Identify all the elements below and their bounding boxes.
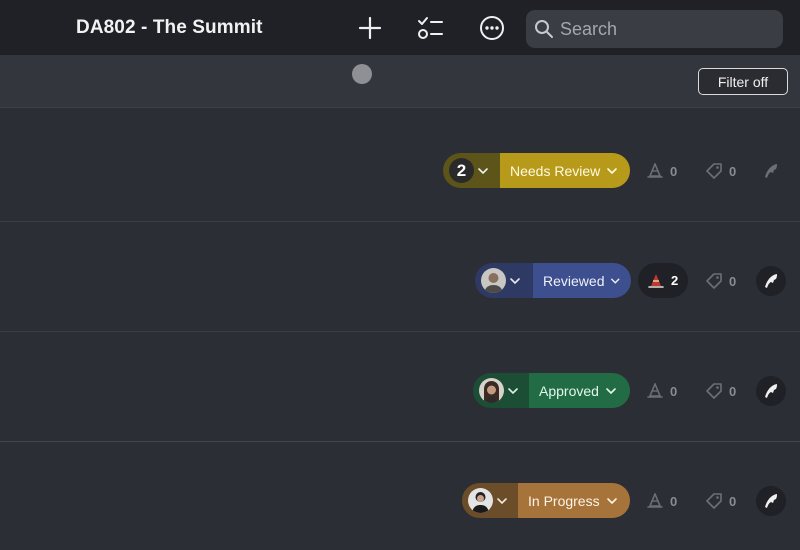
tags-metric[interactable]: 0 xyxy=(705,271,736,291)
list-row[interactable]: Reviewed 2 0 xyxy=(0,222,800,332)
status-dropdown[interactable]: In Progress xyxy=(518,483,630,518)
status-label: Approved xyxy=(539,382,599,399)
chevron-down-icon xyxy=(606,497,617,504)
search-input[interactable] xyxy=(560,18,770,40)
avatar xyxy=(479,378,504,403)
tag-icon xyxy=(706,273,722,289)
cursor-indicator xyxy=(352,64,372,84)
assignee-selector[interactable] xyxy=(475,263,533,298)
quill-icon xyxy=(765,164,777,178)
more-button[interactable] xyxy=(478,14,506,42)
notes-metric[interactable]: 2 xyxy=(638,263,689,298)
status-pill[interactable]: Approved xyxy=(473,373,630,408)
status-dropdown[interactable]: Reviewed xyxy=(533,263,631,298)
assignee-count-badge: 2 xyxy=(449,158,474,183)
edit-button[interactable] xyxy=(756,156,786,186)
list-row[interactable]: 2 Needs Review 0 0 xyxy=(0,112,800,222)
chevron-down-icon xyxy=(497,497,507,504)
notes-metric[interactable]: 0 xyxy=(646,161,677,181)
status-label: In Progress xyxy=(528,492,600,509)
status-label: Reviewed xyxy=(543,272,605,289)
search-box[interactable] xyxy=(526,10,783,48)
tags-metric[interactable]: 0 xyxy=(705,161,736,181)
edit-button[interactable] xyxy=(756,486,786,516)
tag-icon xyxy=(706,163,722,179)
tags-metric[interactable]: 0 xyxy=(705,381,736,401)
edit-button[interactable] xyxy=(756,376,786,406)
assignee-selector[interactable] xyxy=(462,483,518,518)
quill-icon xyxy=(765,274,777,288)
status-dropdown[interactable]: Approved xyxy=(529,373,630,408)
add-button[interactable] xyxy=(356,14,384,42)
chevron-down-icon xyxy=(508,387,518,394)
cone-icon xyxy=(648,273,664,288)
notes-metric[interactable]: 0 xyxy=(646,381,677,401)
assignee-selector[interactable] xyxy=(473,373,529,408)
page-title: DA802 - The Summit xyxy=(76,17,263,38)
chevron-down-icon xyxy=(607,167,618,174)
chevron-down-icon xyxy=(510,277,520,284)
more-icon xyxy=(480,16,504,40)
chevron-down-icon xyxy=(611,278,620,284)
status-label: Needs Review xyxy=(510,162,601,179)
status-pill[interactable]: 2 Needs Review xyxy=(443,153,630,188)
assignee-selector[interactable]: 2 xyxy=(443,153,500,188)
tag-icon xyxy=(706,383,722,399)
chevron-down-icon xyxy=(478,167,488,174)
status-pill[interactable]: Reviewed xyxy=(475,263,631,298)
cone-icon xyxy=(647,163,663,178)
toolbar: Filter off xyxy=(0,55,800,108)
chevron-down-icon xyxy=(606,387,616,394)
list-row[interactable]: Approved 0 0 xyxy=(0,332,800,442)
quill-icon xyxy=(765,494,777,508)
status-pill[interactable]: In Progress xyxy=(462,483,630,518)
quill-icon xyxy=(765,384,777,398)
tags-metric[interactable]: 0 xyxy=(705,491,736,511)
cone-icon xyxy=(647,383,663,398)
header-bar: DA802 - The Summit xyxy=(0,0,800,55)
filter-button[interactable]: Filter off xyxy=(698,68,788,95)
cone-icon xyxy=(647,493,663,508)
search-icon xyxy=(535,20,553,38)
checklist-button[interactable] xyxy=(416,14,444,42)
checklist-icon xyxy=(418,17,443,39)
avatar xyxy=(468,488,493,513)
tag-icon xyxy=(706,493,722,509)
plus-icon xyxy=(358,16,382,40)
avatar xyxy=(481,268,506,293)
list-row[interactable]: In Progress 0 0 xyxy=(0,441,800,550)
notes-metric[interactable]: 0 xyxy=(646,491,677,511)
edit-button[interactable] xyxy=(756,266,786,296)
status-dropdown[interactable]: Needs Review xyxy=(500,153,630,188)
